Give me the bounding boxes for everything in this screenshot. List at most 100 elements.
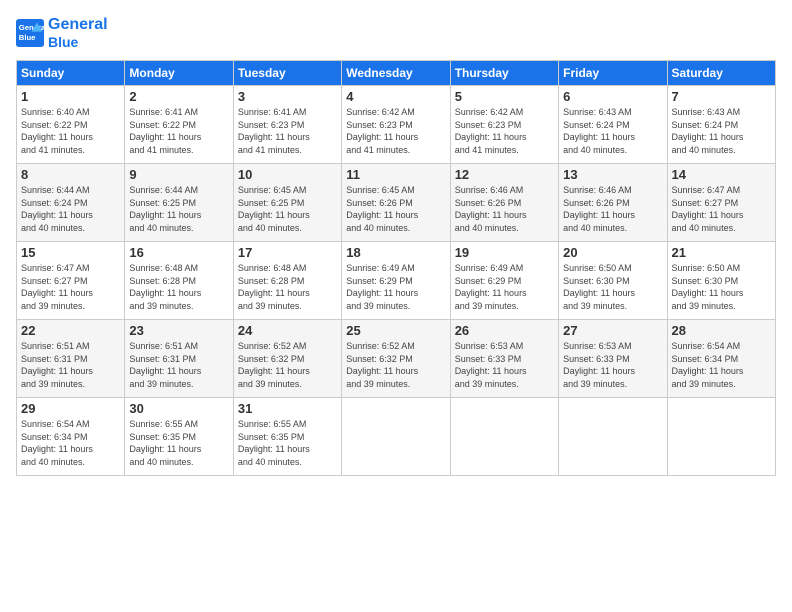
calendar-cell: 25 Sunrise: 6:52 AMSunset: 6:32 PMDayligh… xyxy=(342,320,450,398)
day-number: 23 xyxy=(129,323,228,338)
svg-text:Blue: Blue xyxy=(19,33,36,42)
day-detail: Sunrise: 6:51 AMSunset: 6:31 PMDaylight:… xyxy=(129,340,228,390)
day-detail: Sunrise: 6:41 AMSunset: 6:23 PMDaylight:… xyxy=(238,106,337,156)
day-number: 27 xyxy=(563,323,662,338)
day-detail: Sunrise: 6:43 AMSunset: 6:24 PMDaylight:… xyxy=(563,106,662,156)
day-detail: Sunrise: 6:53 AMSunset: 6:33 PMDaylight:… xyxy=(455,340,554,390)
calendar-cell: 9 Sunrise: 6:44 AMSunset: 6:25 PMDaylight… xyxy=(125,164,233,242)
calendar-cell xyxy=(342,398,450,476)
day-number: 10 xyxy=(238,167,337,182)
day-number: 1 xyxy=(21,89,120,104)
day-detail: Sunrise: 6:47 AMSunset: 6:27 PMDaylight:… xyxy=(672,184,771,234)
day-number: 31 xyxy=(238,401,337,416)
calendar-week-5: 29 Sunrise: 6:54 AMSunset: 6:34 PMDayligh… xyxy=(17,398,776,476)
day-number: 17 xyxy=(238,245,337,260)
day-number: 30 xyxy=(129,401,228,416)
calendar-cell: 17Sunrise: 6:48 AMSunset: 6:28 PMDayligh… xyxy=(233,242,341,320)
day-number: 8 xyxy=(21,167,120,182)
calendar-cell: 21Sunrise: 6:50 AMSunset: 6:30 PMDayligh… xyxy=(667,242,775,320)
calendar-week-3: 15Sunrise: 6:47 AMSunset: 6:27 PMDayligh… xyxy=(17,242,776,320)
day-number: 24 xyxy=(238,323,337,338)
calendar-cell: 27 Sunrise: 6:53 AMSunset: 6:33 PMDayligh… xyxy=(559,320,667,398)
day-number: 22 xyxy=(21,323,120,338)
calendar-cell: 8 Sunrise: 6:44 AMSunset: 6:24 PMDaylight… xyxy=(17,164,125,242)
day-detail: Sunrise: 6:55 AMSunset: 6:35 PMDaylight:… xyxy=(129,418,228,468)
day-number: 4 xyxy=(346,89,445,104)
weekday-header-thursday: Thursday xyxy=(450,61,558,86)
calendar-cell xyxy=(559,398,667,476)
calendar-cell: 13 Sunrise: 6:46 AMSunset: 6:26 PMDayligh… xyxy=(559,164,667,242)
calendar-cell xyxy=(450,398,558,476)
day-detail: Sunrise: 6:42 AMSunset: 6:23 PMDaylight:… xyxy=(346,106,445,156)
day-detail: Sunrise: 6:46 AMSunset: 6:26 PMDaylight:… xyxy=(563,184,662,234)
calendar-week-2: 8 Sunrise: 6:44 AMSunset: 6:24 PMDaylight… xyxy=(17,164,776,242)
day-detail: Sunrise: 6:49 AMSunset: 6:29 PMDaylight:… xyxy=(455,262,554,312)
day-detail: Sunrise: 6:45 AMSunset: 6:26 PMDaylight:… xyxy=(346,184,445,234)
day-detail: Sunrise: 6:44 AMSunset: 6:25 PMDaylight:… xyxy=(129,184,228,234)
day-detail: Sunrise: 6:48 AMSunset: 6:28 PMDaylight:… xyxy=(129,262,228,312)
calendar-cell: 3 Sunrise: 6:41 AMSunset: 6:23 PMDaylight… xyxy=(233,86,341,164)
calendar-cell: 12Sunrise: 6:46 AMSunset: 6:26 PMDayligh… xyxy=(450,164,558,242)
day-detail: Sunrise: 6:49 AMSunset: 6:29 PMDaylight:… xyxy=(346,262,445,312)
day-detail: Sunrise: 6:41 AMSunset: 6:22 PMDaylight:… xyxy=(129,106,228,156)
day-detail: Sunrise: 6:42 AMSunset: 6:23 PMDaylight:… xyxy=(455,106,554,156)
calendar-cell: 16 Sunrise: 6:48 AMSunset: 6:28 PMDayligh… xyxy=(125,242,233,320)
logo: General Blue General Blue xyxy=(16,16,108,50)
day-detail: Sunrise: 6:50 AMSunset: 6:30 PMDaylight:… xyxy=(563,262,662,312)
weekday-header-wednesday: Wednesday xyxy=(342,61,450,86)
day-detail: Sunrise: 6:52 AMSunset: 6:32 PMDaylight:… xyxy=(346,340,445,390)
day-number: 18 xyxy=(346,245,445,260)
calendar-cell: 23 Sunrise: 6:51 AMSunset: 6:31 PMDayligh… xyxy=(125,320,233,398)
logo-icon: General Blue xyxy=(16,19,44,47)
day-number: 11 xyxy=(346,167,445,182)
calendar-cell: 6Sunrise: 6:43 AMSunset: 6:24 PMDaylight… xyxy=(559,86,667,164)
calendar-cell: 29 Sunrise: 6:54 AMSunset: 6:34 PMDayligh… xyxy=(17,398,125,476)
day-number: 13 xyxy=(563,167,662,182)
day-number: 25 xyxy=(346,323,445,338)
calendar-cell: 10 Sunrise: 6:45 AMSunset: 6:25 PMDayligh… xyxy=(233,164,341,242)
day-detail: Sunrise: 6:53 AMSunset: 6:33 PMDaylight:… xyxy=(563,340,662,390)
weekday-header-tuesday: Tuesday xyxy=(233,61,341,86)
day-number: 7 xyxy=(672,89,771,104)
page-header: General Blue General Blue xyxy=(16,16,776,50)
calendar-cell xyxy=(667,398,775,476)
day-detail: Sunrise: 6:43 AMSunset: 6:24 PMDaylight:… xyxy=(672,106,771,156)
calendar-cell: 30 Sunrise: 6:55 AMSunset: 6:35 PMDayligh… xyxy=(125,398,233,476)
calendar-cell: 14Sunrise: 6:47 AMSunset: 6:27 PMDayligh… xyxy=(667,164,775,242)
weekday-header-saturday: Saturday xyxy=(667,61,775,86)
calendar-cell: 5 Sunrise: 6:42 AMSunset: 6:23 PMDaylight… xyxy=(450,86,558,164)
day-number: 5 xyxy=(455,89,554,104)
calendar-week-1: 1Sunrise: 6:40 AMSunset: 6:22 PMDaylight… xyxy=(17,86,776,164)
calendar-table: SundayMondayTuesdayWednesdayThursdayFrid… xyxy=(16,60,776,476)
calendar-cell: 26 Sunrise: 6:53 AMSunset: 6:33 PMDayligh… xyxy=(450,320,558,398)
day-number: 2 xyxy=(129,89,228,104)
calendar-cell: 22Sunrise: 6:51 AMSunset: 6:31 PMDayligh… xyxy=(17,320,125,398)
day-number: 29 xyxy=(21,401,120,416)
calendar-cell: 28Sunrise: 6:54 AMSunset: 6:34 PMDayligh… xyxy=(667,320,775,398)
day-number: 26 xyxy=(455,323,554,338)
day-detail: Sunrise: 6:44 AMSunset: 6:24 PMDaylight:… xyxy=(21,184,120,234)
weekday-header-friday: Friday xyxy=(559,61,667,86)
day-number: 20 xyxy=(563,245,662,260)
calendar-cell: 20 Sunrise: 6:50 AMSunset: 6:30 PMDayligh… xyxy=(559,242,667,320)
day-detail: Sunrise: 6:54 AMSunset: 6:34 PMDaylight:… xyxy=(21,418,120,468)
day-detail: Sunrise: 6:45 AMSunset: 6:25 PMDaylight:… xyxy=(238,184,337,234)
calendar-cell: 7 Sunrise: 6:43 AMSunset: 6:24 PMDaylight… xyxy=(667,86,775,164)
day-number: 9 xyxy=(129,167,228,182)
calendar-cell: 31 Sunrise: 6:55 AMSunset: 6:35 PMDayligh… xyxy=(233,398,341,476)
day-detail: Sunrise: 6:46 AMSunset: 6:26 PMDaylight:… xyxy=(455,184,554,234)
day-number: 15 xyxy=(21,245,120,260)
calendar-cell: 15Sunrise: 6:47 AMSunset: 6:27 PMDayligh… xyxy=(17,242,125,320)
day-detail: Sunrise: 6:55 AMSunset: 6:35 PMDaylight:… xyxy=(238,418,337,468)
calendar-cell: 1Sunrise: 6:40 AMSunset: 6:22 PMDaylight… xyxy=(17,86,125,164)
day-detail: Sunrise: 6:52 AMSunset: 6:32 PMDaylight:… xyxy=(238,340,337,390)
day-number: 19 xyxy=(455,245,554,260)
calendar-week-4: 22 Sunrise: 6:51 AMSunset: 6:31 PMDayligh… xyxy=(17,320,776,398)
calendar-cell: 2 Sunrise: 6:41 AMSunset: 6:22 PMDaylight… xyxy=(125,86,233,164)
day-detail: Sunrise: 6:54 AMSunset: 6:34 PMDaylight:… xyxy=(672,340,771,390)
day-number: 16 xyxy=(129,245,228,260)
day-number: 3 xyxy=(238,89,337,104)
weekday-header-monday: Monday xyxy=(125,61,233,86)
calendar-cell: 4 Sunrise: 6:42 AMSunset: 6:23 PMDaylight… xyxy=(342,86,450,164)
calendar-cell: 11 Sunrise: 6:45 AMSunset: 6:26 PMDayligh… xyxy=(342,164,450,242)
